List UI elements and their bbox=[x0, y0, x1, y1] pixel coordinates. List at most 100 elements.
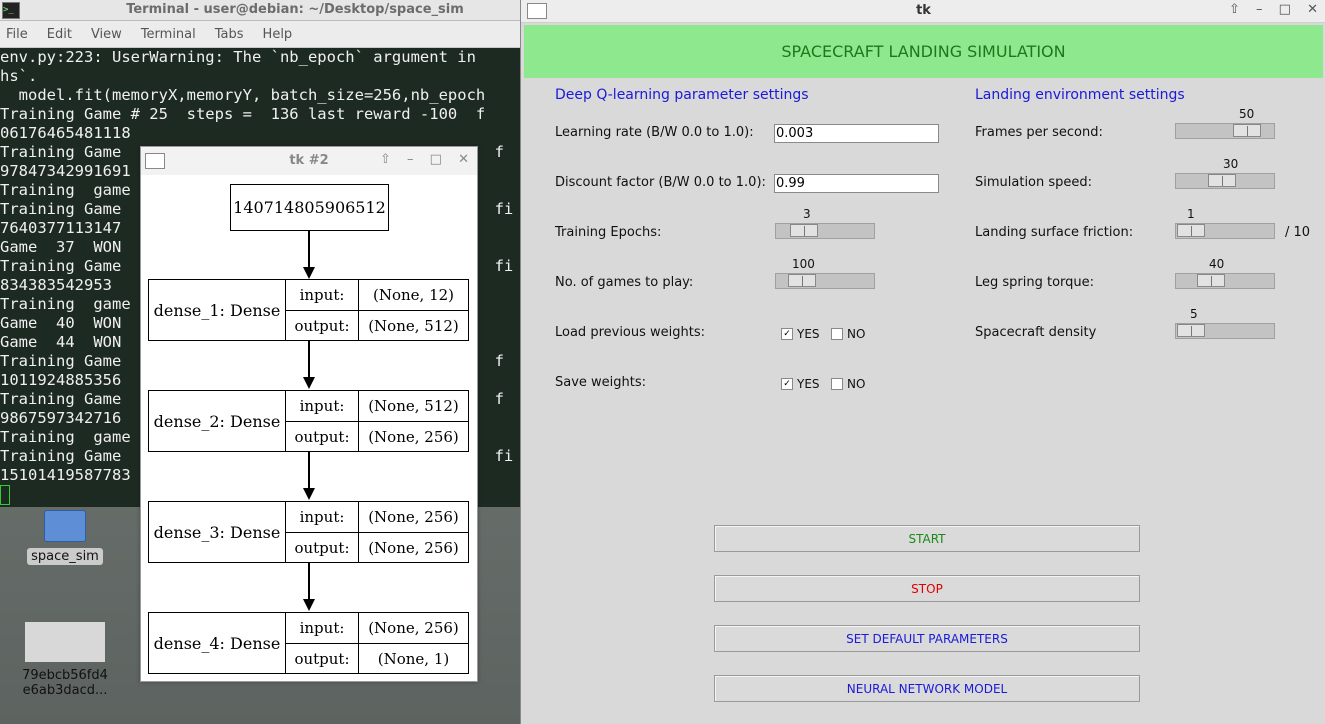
simulation-window-titlebar[interactable]: tk ⇧ – □ ✕ bbox=[521, 0, 1325, 23]
training-epochs-slider[interactable]: 3 bbox=[775, 207, 875, 240]
games-to-play-slider[interactable]: 100 bbox=[775, 257, 875, 290]
slider-handle[interactable] bbox=[1207, 174, 1236, 187]
arrow-connector bbox=[308, 340, 310, 380]
menu-file[interactable]: File bbox=[6, 27, 28, 42]
terminal-line: env.py:223: UserWarning: The `nb_epoch` … bbox=[0, 48, 486, 66]
dqn-settings-heading: Deep Q-learning parameter settings bbox=[555, 87, 809, 103]
app-banner: SPACECRAFT LANDING SIMULATION bbox=[524, 25, 1323, 78]
load-weights-label: Load previous weights: bbox=[555, 325, 706, 340]
menu-tabs[interactable]: Tabs bbox=[215, 27, 244, 42]
menu-terminal[interactable]: Terminal bbox=[141, 27, 196, 42]
layer-name: dense_4: Dense bbox=[149, 613, 286, 673]
fps-slider[interactable]: 50 bbox=[1175, 107, 1275, 140]
slider-trough bbox=[1175, 273, 1275, 289]
friction-slider[interactable]: 1 bbox=[1175, 207, 1275, 240]
desktop-icon-label: space_sim bbox=[27, 548, 103, 565]
terminal-titlebar[interactable]: >_ Terminal - user@debian: ~/Desktop/spa… bbox=[0, 0, 520, 21]
slider-value: 1 bbox=[1187, 207, 1195, 221]
terminal-cursor bbox=[0, 485, 10, 505]
close-icon[interactable]: ✕ bbox=[1307, 2, 1318, 17]
desktop-icon-image[interactable]: 79ebcb56fd4 e6ab3dacd... bbox=[10, 622, 120, 698]
input-shape: (None, 256) bbox=[368, 619, 459, 637]
leg-torque-slider[interactable]: 40 bbox=[1175, 257, 1275, 290]
output-shape: (None, 512) bbox=[359, 310, 468, 341]
friction-label: Landing surface friction: bbox=[975, 225, 1134, 240]
checkbox-checked-icon: ✓ bbox=[781, 328, 793, 340]
input-label: input: bbox=[286, 613, 359, 643]
minimize-icon[interactable]: – bbox=[1256, 2, 1263, 17]
model-window-titlebar[interactable]: tk #2 ⇧ – □ ✕ bbox=[141, 147, 477, 176]
maximize-icon[interactable]: □ bbox=[1279, 2, 1291, 17]
checkbox-empty-icon bbox=[831, 328, 843, 340]
layer-dense-4: dense_4: Dense input: (None, 256) output… bbox=[148, 612, 469, 674]
checkbox-checked-icon: ✓ bbox=[781, 378, 793, 390]
input-label: input: bbox=[286, 280, 359, 310]
terminal-line: model.fit(memoryX,memoryY, batch_size=25… bbox=[0, 86, 486, 104]
arrow-connector bbox=[308, 230, 310, 270]
save-weights-yes-checkbox[interactable]: ✓ YES bbox=[781, 377, 820, 391]
start-button[interactable]: START bbox=[714, 525, 1140, 552]
output-shape: (None, 256) bbox=[359, 421, 468, 452]
checkbox-label: YES bbox=[797, 377, 820, 391]
neural-network-model-button[interactable]: NEURAL NETWORK MODEL bbox=[714, 675, 1140, 702]
input-node: 140714805906512 bbox=[230, 184, 389, 231]
desktop-icon-space-sim[interactable]: space_sim bbox=[20, 510, 110, 565]
load-weights-no-checkbox[interactable]: NO bbox=[831, 327, 865, 341]
slider-handle[interactable] bbox=[1233, 124, 1262, 137]
density-slider[interactable]: 5 bbox=[1175, 307, 1275, 340]
learning-rate-label: Learning rate (B/W 0.0 to 1.0): bbox=[555, 125, 754, 140]
arrow-connector bbox=[308, 562, 310, 602]
input-shape: (None, 512) bbox=[368, 397, 459, 415]
sim-speed-slider[interactable]: 30 bbox=[1175, 157, 1275, 190]
minimize-icon[interactable]: – bbox=[407, 152, 414, 167]
image-thumbnail-icon bbox=[25, 622, 105, 662]
desktop-icon-label: e6ab3dacd... bbox=[22, 683, 108, 698]
slider-value: 5 bbox=[1190, 307, 1198, 321]
slider-value: 50 bbox=[1239, 107, 1255, 121]
load-weights-yes-checkbox[interactable]: ✓ YES bbox=[781, 327, 820, 341]
menu-edit[interactable]: Edit bbox=[47, 27, 72, 42]
menu-view[interactable]: View bbox=[91, 27, 122, 42]
output-label: output: bbox=[286, 421, 359, 452]
games-to-play-label: No. of games to play: bbox=[555, 275, 694, 290]
slider-value: 3 bbox=[803, 207, 811, 221]
training-epochs-label: Training Epochs: bbox=[555, 225, 662, 240]
slider-handle[interactable] bbox=[790, 224, 818, 237]
terminal-menubar: File Edit View Terminal Tabs Help bbox=[0, 21, 520, 48]
input-label: input: bbox=[286, 391, 359, 421]
layer-name: dense_1: Dense bbox=[149, 280, 286, 340]
simulation-window-title: tk bbox=[916, 3, 931, 18]
model-diagram: 140714805906512 dense_1: Dense input: (N… bbox=[141, 175, 477, 681]
stop-button[interactable]: STOP bbox=[714, 575, 1140, 602]
slider-handle[interactable] bbox=[1177, 224, 1206, 237]
slider-handle[interactable] bbox=[787, 274, 816, 287]
shade-icon[interactable]: ⇧ bbox=[380, 152, 391, 167]
arrow-connector bbox=[308, 451, 310, 491]
fps-label: Frames per second: bbox=[975, 125, 1103, 140]
desktop-icon-label: 79ebcb56fd4 bbox=[22, 668, 108, 683]
window-controls: ⇧ – □ ✕ bbox=[1217, 2, 1318, 17]
sim-speed-label: Simulation speed: bbox=[975, 175, 1093, 190]
layer-name: dense_3: Dense bbox=[149, 502, 286, 562]
discount-factor-label: Discount factor (B/W 0.0 to 1.0): bbox=[555, 175, 766, 190]
learning-rate-input[interactable]: 0.003 bbox=[774, 124, 939, 143]
layer-dense-1: dense_1: Dense input: (None, 12) output:… bbox=[148, 279, 469, 341]
save-weights-label: Save weights: bbox=[555, 375, 647, 390]
save-weights-no-checkbox[interactable]: NO bbox=[831, 377, 865, 391]
discount-factor-input[interactable]: 0.99 bbox=[774, 174, 939, 193]
maximize-icon[interactable]: □ bbox=[430, 152, 442, 167]
simulation-window: tk ⇧ – □ ✕ SPACECRAFT LANDING SIMULATION… bbox=[520, 0, 1325, 724]
slider-value: 30 bbox=[1223, 157, 1239, 171]
slider-handle[interactable] bbox=[1197, 274, 1225, 287]
layer-dense-2: dense_2: Dense input: (None, 512) output… bbox=[148, 390, 469, 452]
leg-torque-label: Leg spring torque: bbox=[975, 275, 1095, 290]
density-label: Spacecraft density bbox=[975, 325, 1097, 340]
slider-handle[interactable] bbox=[1177, 324, 1206, 337]
environment-settings-heading: Landing environment settings bbox=[975, 87, 1185, 103]
window-controls: ⇧ – □ ✕ bbox=[368, 152, 469, 167]
shade-icon[interactable]: ⇧ bbox=[1229, 2, 1240, 17]
friction-suffix: / 10 bbox=[1285, 225, 1311, 240]
close-icon[interactable]: ✕ bbox=[458, 152, 469, 167]
set-default-parameters-button[interactable]: SET DEFAULT PARAMETERS bbox=[714, 625, 1140, 652]
menu-help[interactable]: Help bbox=[263, 27, 293, 42]
